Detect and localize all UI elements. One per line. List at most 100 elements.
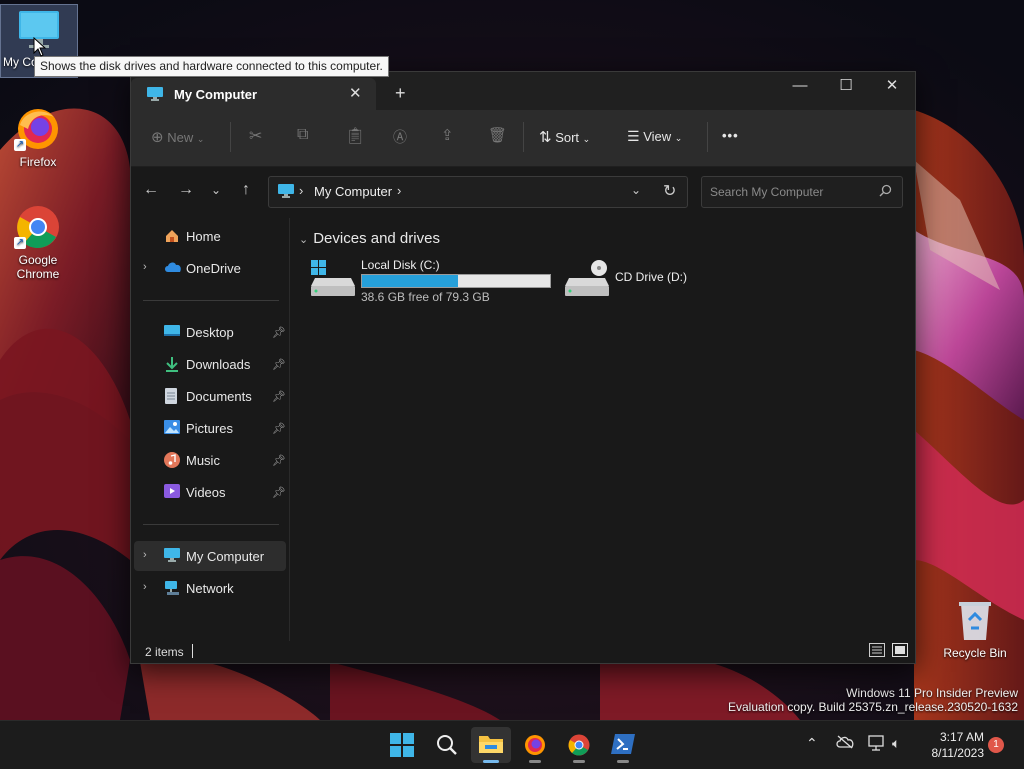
chevron-right-icon[interactable]: › xyxy=(143,261,147,273)
address-dropdown-icon[interactable]: ⌄ xyxy=(631,183,641,197)
picture-icon xyxy=(164,420,180,437)
taskbar-chrome[interactable] xyxy=(559,727,599,763)
sidebar-divider xyxy=(143,524,279,525)
sidebar-item-network[interactable]: › Network xyxy=(131,573,286,603)
back-button[interactable]: ← xyxy=(140,181,162,199)
title-bar[interactable]: My Computer ✕ + — ☐ ✕ xyxy=(131,72,915,110)
sidebar-item-label: Home xyxy=(186,229,221,244)
network-icon xyxy=(164,580,180,599)
sidebar-item-my-computer[interactable]: › My Computer xyxy=(134,541,286,571)
sidebar-divider xyxy=(143,300,279,301)
details-view-button[interactable] xyxy=(869,643,885,662)
hard-drive-icon xyxy=(311,260,355,301)
clock-date: 8/11/2023 xyxy=(931,746,985,760)
desktop-icon-label: Google xyxy=(18,253,58,267)
paste-button[interactable]: 📋︎ xyxy=(345,126,365,146)
running-indicator xyxy=(617,760,629,763)
share-icon: ⇪ xyxy=(441,127,454,144)
start-button[interactable] xyxy=(382,727,422,763)
new-button[interactable]: ⊕ New ⌄ xyxy=(151,128,204,146)
forward-button[interactable]: → xyxy=(175,181,197,199)
volume-icon[interactable]: 🔈︎ xyxy=(892,735,900,752)
recent-locations-button[interactable]: ⌄ xyxy=(205,183,227,197)
group-header-devices-and-drives[interactable]: ⌄ Devices and drives xyxy=(299,230,440,247)
drive-usage-fill xyxy=(362,275,459,287)
rename-icon: Ⓐ xyxy=(393,129,407,145)
large-icons-view-button[interactable] xyxy=(892,643,908,662)
windows-logo-icon xyxy=(390,733,414,757)
sort-icon: ⇅ xyxy=(539,129,552,146)
sidebar-item-home[interactable]: Home xyxy=(131,221,286,251)
chevron-right-icon[interactable]: › xyxy=(143,549,147,561)
up-button[interactable]: ↑ xyxy=(235,181,257,199)
sort-button[interactable]: ⇅ Sort ⌄ xyxy=(539,128,590,146)
sidebar-item-music[interactable]: Music 📌︎ xyxy=(131,445,286,475)
search-input[interactable] xyxy=(702,177,872,207)
sidebar-item-desktop[interactable]: Desktop 📌︎ xyxy=(131,317,286,347)
minimize-button[interactable]: — xyxy=(777,72,823,102)
new-tab-button[interactable]: + xyxy=(395,84,406,102)
sidebar-item-label: My Computer xyxy=(186,549,265,564)
address-bar[interactable]: › My Computer › ⌄ ↻ xyxy=(268,176,688,208)
sidebar-item-onedrive[interactable]: › OneDrive xyxy=(131,253,286,283)
status-bar: 2 items xyxy=(131,641,915,663)
toolbar-divider xyxy=(230,122,231,152)
sidebar-item-label: Pictures xyxy=(186,421,233,436)
home-icon xyxy=(164,228,180,247)
arrow-left-icon: ← xyxy=(143,181,159,198)
tab-title: My Computer xyxy=(174,87,258,102)
cut-button[interactable]: ✂ xyxy=(249,126,262,146)
more-options-button[interactable]: ••• xyxy=(722,128,739,143)
show-hidden-icons-button[interactable]: ⌃ xyxy=(806,735,818,752)
taskbar-powershell[interactable] xyxy=(603,727,643,763)
close-button[interactable]: ✕ xyxy=(869,72,915,102)
monitor-icon xyxy=(147,87,163,106)
taskbar-file-explorer[interactable] xyxy=(471,727,511,763)
shortcut-arrow-icon: ↗ xyxy=(14,139,26,151)
notification-badge[interactable]: 1 xyxy=(988,737,1004,753)
toolbar-divider xyxy=(523,122,524,152)
view-button[interactable]: ☰ View ⌄ xyxy=(627,128,682,145)
network-status-icon[interactable] xyxy=(868,735,886,754)
drive-label: CD Drive (D:) xyxy=(615,270,687,284)
share-button[interactable]: ⇪ xyxy=(441,126,454,144)
taskbar-firefox[interactable] xyxy=(515,727,555,763)
sidebar-item-label: Network xyxy=(186,581,234,596)
sort-label: Sort xyxy=(555,130,580,145)
document-icon xyxy=(164,388,178,407)
sidebar-item-downloads[interactable]: Downloads 📌︎ xyxy=(131,349,286,379)
search-button[interactable] xyxy=(427,727,467,763)
maximize-button[interactable]: ☐ xyxy=(823,72,869,102)
search-box[interactable] xyxy=(701,176,903,208)
tab-my-computer[interactable]: My Computer ✕ xyxy=(131,78,376,110)
sidebar-item-label: OneDrive xyxy=(186,261,241,276)
taskbar: ⌃ 🔈︎ 3:17 AM 8/11/2023 1 xyxy=(0,720,1024,769)
monitor-icon xyxy=(278,184,294,203)
system-clock[interactable]: 3:17 AM 8/11/2023 xyxy=(922,729,985,761)
chrome-icon xyxy=(568,734,590,756)
download-arrow-icon xyxy=(164,356,180,375)
desktop-icon-recycle-bin[interactable]: Recycle Bin xyxy=(937,596,1013,660)
search-icon xyxy=(879,184,892,202)
sidebar-item-videos[interactable]: Videos 📌︎ xyxy=(131,477,286,507)
refresh-icon[interactable]: ↻ xyxy=(663,181,676,201)
tooltip: Shows the disk drives and hardware conne… xyxy=(34,56,389,77)
breadcrumb-chevron-icon[interactable]: › xyxy=(299,183,303,198)
breadcrumb-chevron-icon[interactable]: › xyxy=(397,183,401,198)
drive-item-cd-drive-d[interactable]: CD Drive (D:) xyxy=(565,258,725,310)
onedrive-offline-icon[interactable] xyxy=(836,735,854,752)
desktop-icon-firefox[interactable]: ↗ Firefox xyxy=(0,105,76,169)
desktop-icon-google-chrome[interactable]: ↗ Google Chrome xyxy=(0,203,76,281)
group-title-label: Devices and drives xyxy=(313,230,440,247)
delete-button[interactable]: 🗑︎ xyxy=(488,126,507,144)
navigation-bar: ← → ⌄ ↑ › My Computer › ⌄ ↻ xyxy=(131,167,915,217)
chevron-right-icon[interactable]: › xyxy=(143,581,147,593)
recycle-bin-icon xyxy=(951,596,999,644)
drive-item-local-disk-c[interactable]: Local Disk (C:) 38.6 GB free of 79.3 GB xyxy=(311,258,551,310)
breadcrumb-my-computer[interactable]: My Computer xyxy=(314,184,392,199)
rename-button[interactable]: Ⓐ xyxy=(393,127,407,147)
tab-close-icon[interactable]: ✕ xyxy=(349,84,362,102)
copy-button[interactable]: ⧉ xyxy=(297,126,308,144)
sidebar-item-pictures[interactable]: Pictures 📌︎ xyxy=(131,413,286,443)
sidebar-item-documents[interactable]: Documents 📌︎ xyxy=(131,381,286,411)
